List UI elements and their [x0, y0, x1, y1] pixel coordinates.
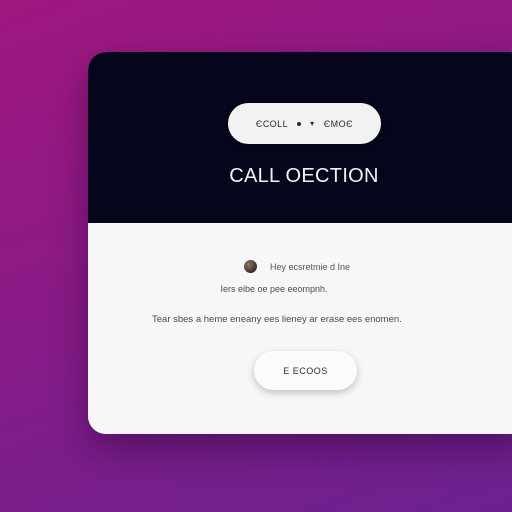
call-card: ЄСОLL ▾ ЄМОЄ CALL OECTION Hey ecsretmie …: [88, 52, 512, 434]
selector-right-label: ЄМОЄ: [323, 118, 354, 129]
card-header: ЄСОLL ▾ ЄМОЄ CALL OECTION: [88, 52, 512, 223]
primary-action-button[interactable]: E ECOOS: [254, 351, 357, 390]
avatar: [244, 260, 257, 273]
chevron-down-icon: ▾: [310, 118, 315, 128]
subtitle-text: Iers eibe oe pee eeompnh.: [220, 284, 328, 294]
description-text: Tear sbes a heme eneany ees lieney ar er…: [152, 314, 402, 325]
separator-dot-icon: [297, 121, 302, 126]
card-body: Hey ecsretmie d Ine Iers eibe oe pee eeo…: [88, 223, 512, 434]
selector-left-label: ЄСОLL: [255, 118, 289, 129]
author-meta-text: Hey ecsretmie d Ine: [270, 261, 351, 272]
selector-pill[interactable]: ЄСОLL ▾ ЄМОЄ: [228, 103, 381, 144]
author-row: Hey ecsretmie d Ine: [244, 260, 350, 273]
card-title: CALL OECTION: [229, 165, 379, 187]
